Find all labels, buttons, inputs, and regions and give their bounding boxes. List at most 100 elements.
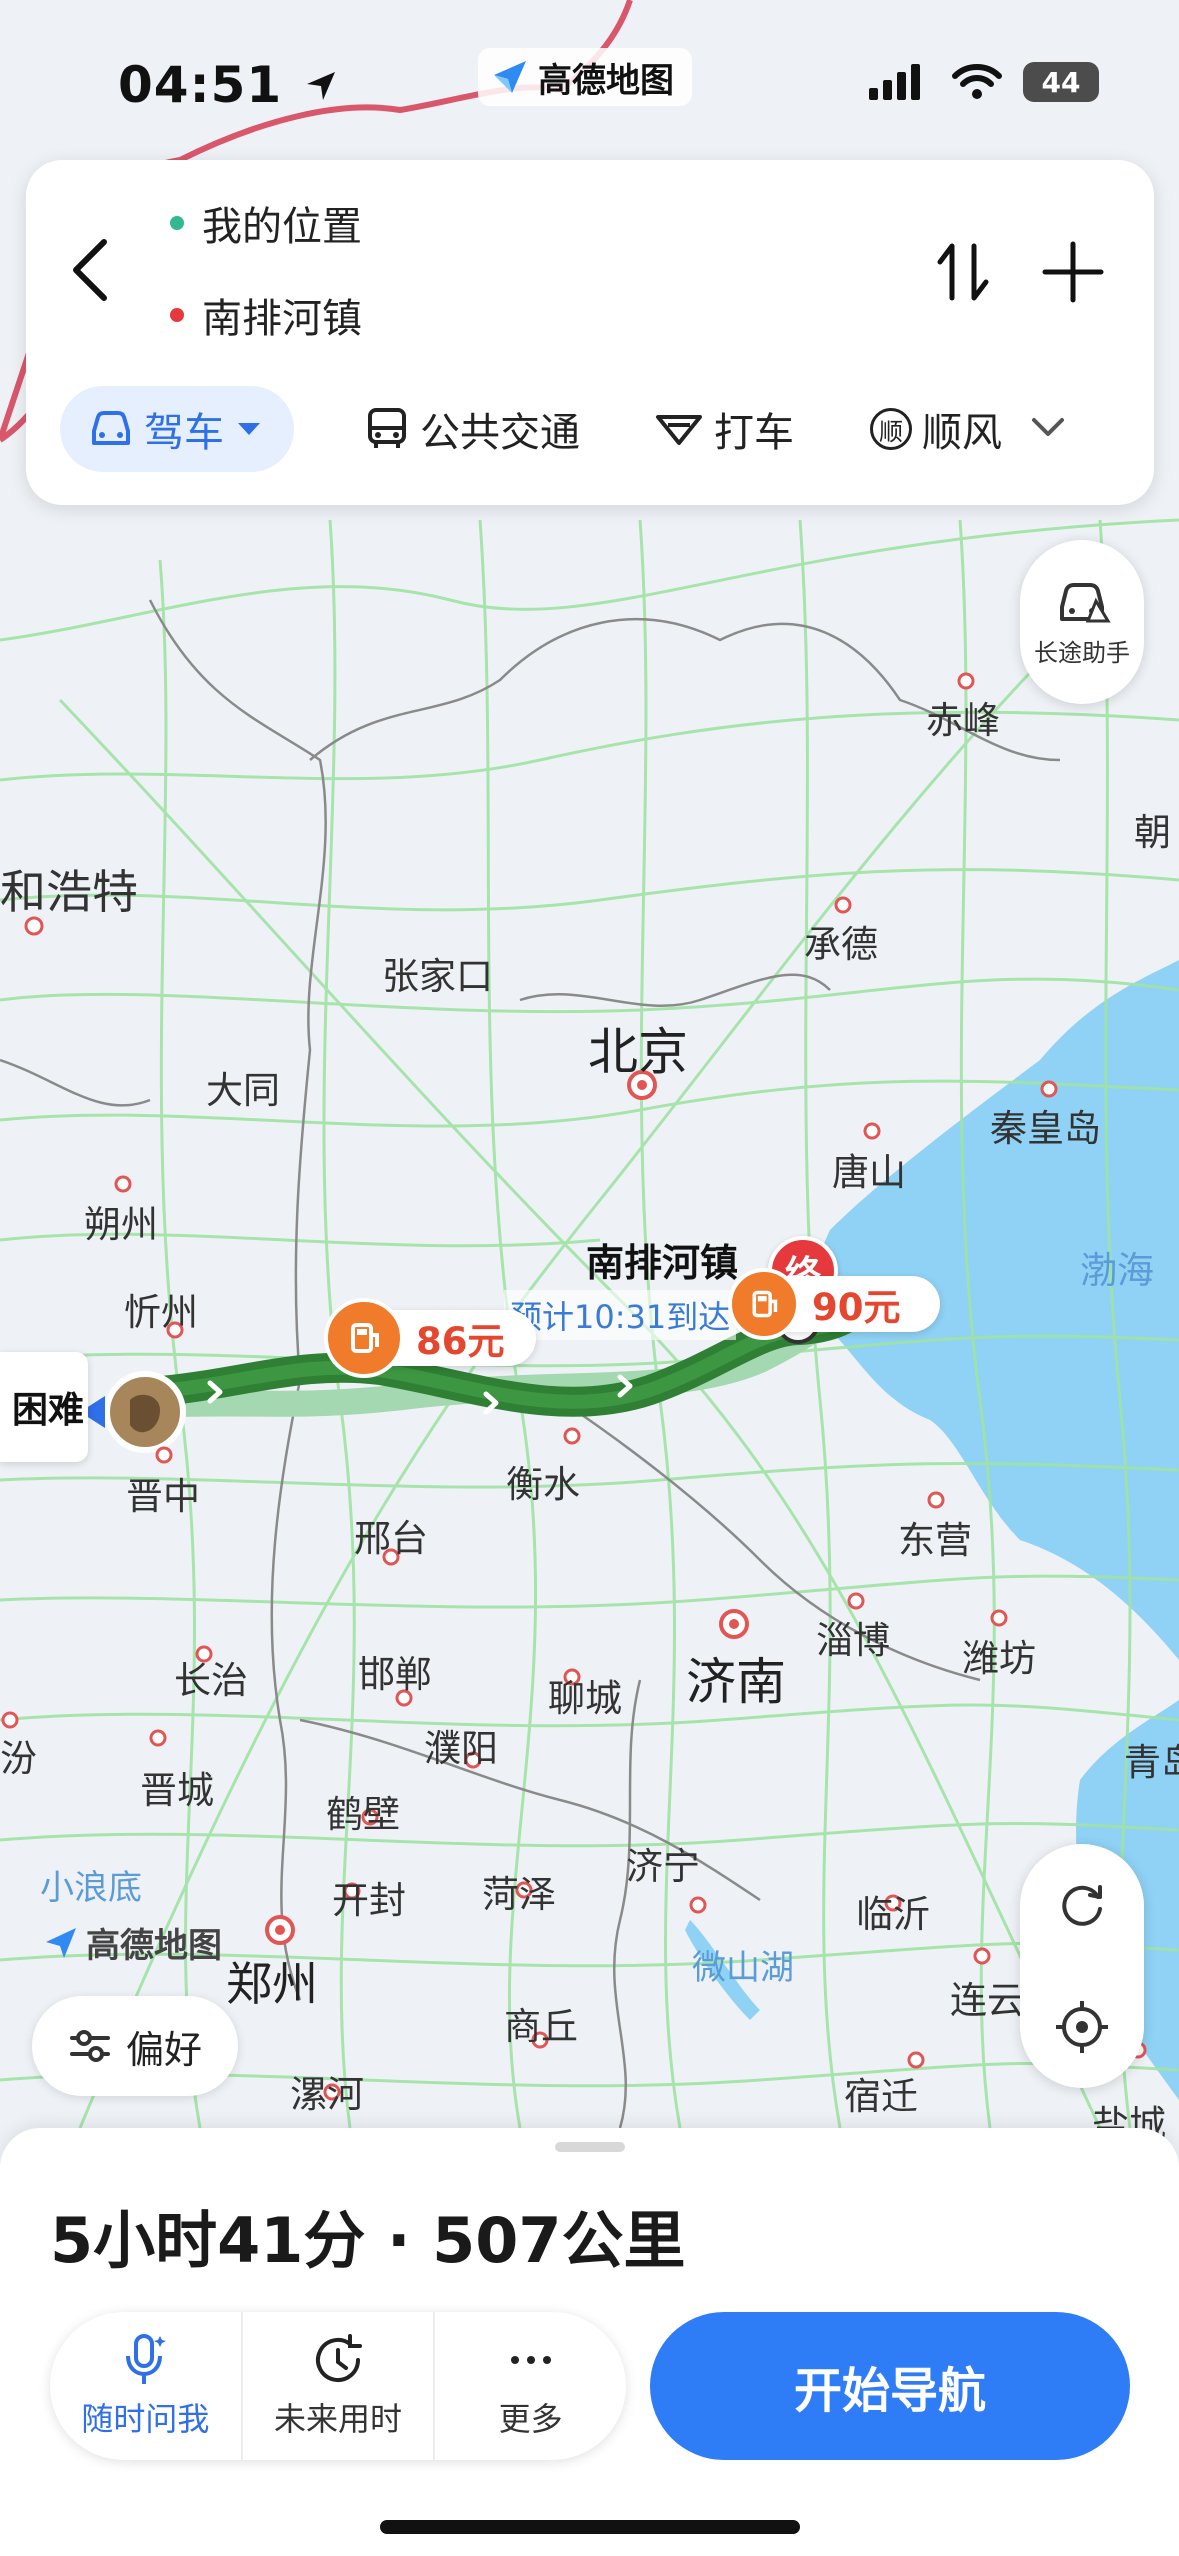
ask-anytime-button[interactable]: 随时问我 — [50, 2312, 241, 2460]
status-time-text: 04:51 — [118, 56, 283, 114]
destination-field[interactable]: 南排河镇 — [170, 286, 362, 344]
status-indicators: 44 — [867, 62, 1099, 102]
plus-icon — [1042, 241, 1104, 303]
destination-text: 南排河镇 — [202, 296, 362, 342]
city-label-chifeng: 赤峰 — [926, 699, 1000, 742]
carpool-icon: 顺 — [870, 408, 912, 450]
map-watermark: 高德地图 — [42, 1918, 222, 1967]
status-time: 04:51 — [118, 56, 341, 114]
battery-indicator: 44 — [1023, 62, 1099, 102]
car-assistant-icon — [1060, 582, 1111, 622]
city-label-tangshan: 唐山 — [832, 1151, 906, 1194]
battery-level: 44 — [1041, 65, 1081, 99]
city-label-changzhi: 长治 — [174, 1659, 248, 1702]
future-time-label: 未来用时 — [274, 2400, 403, 2438]
more-modes-button[interactable] — [1028, 412, 1068, 446]
amap-logo-icon — [46, 1927, 76, 1958]
chevron-left-icon — [73, 239, 107, 301]
car-icon — [92, 411, 130, 445]
long-trip-assistant-button[interactable]: 长途助手 — [1020, 540, 1144, 704]
bus-icon — [368, 408, 406, 448]
toll-price-2: 90元 — [812, 1286, 901, 1329]
refresh-button[interactable] — [1020, 1844, 1144, 1966]
city-label-handan: 邯郸 — [358, 1653, 432, 1696]
tab-drive-label: 驾车 — [144, 410, 224, 456]
travel-mode-tabs: 驾车 公共交通 打车 顺 顺风 — [60, 386, 1068, 472]
city-label-hengshui: 衡水 — [506, 1463, 580, 1506]
tab-carpool[interactable]: 顺 顺风 — [870, 386, 1002, 472]
city-label-heze: 菏泽 — [482, 1873, 556, 1916]
city-label-jinzhong: 晋中 — [126, 1475, 200, 1518]
city-label-datong: 大同 — [206, 1069, 280, 1112]
city-label-chengde: 承德 — [804, 923, 878, 966]
sliders-icon — [69, 2030, 110, 2062]
tab-public-transit[interactable]: 公共交通 — [364, 386, 580, 472]
microphone-icon — [126, 2334, 167, 2384]
more-button[interactable]: 更多 — [433, 2312, 626, 2460]
back-to-app-indicator[interactable]: 高德地图 — [478, 48, 692, 106]
toll-price-1: 86元 — [416, 1320, 505, 1363]
city-label-fen: 汾 — [0, 1737, 37, 1780]
destination-label: 南排河镇 — [586, 1241, 739, 1285]
origin-callout[interactable]: 困难 — [0, 1352, 88, 1462]
city-label-jinan: 济南 — [686, 1653, 786, 1711]
city-label-qinhuangdao: 秦皇岛 — [990, 1107, 1101, 1150]
locate-button[interactable] — [1020, 1966, 1144, 2088]
city-label-hebi: 鹤壁 — [326, 1793, 400, 1836]
back-button[interactable] — [58, 230, 128, 310]
start-navigation-button[interactable]: 开始导航 — [650, 2312, 1130, 2460]
city-label-kaifeng: 开封 — [332, 1879, 406, 1922]
tab-carpool-label: 顺风 — [922, 410, 1002, 456]
city-label-liaocheng: 聊城 — [548, 1677, 622, 1720]
origin-field[interactable]: 我的位置 — [170, 194, 362, 252]
refresh-icon — [1062, 1885, 1102, 1926]
more-label: 更多 — [498, 2400, 563, 2438]
city-label-zhangjiakou: 张家口 — [382, 955, 493, 998]
panel-drag-handle[interactable] — [555, 2142, 625, 2152]
city-label-chao: 朝 — [1134, 811, 1171, 854]
locate-icon — [1056, 2001, 1108, 2053]
city-label-suqian: 宿迁 — [844, 2075, 918, 2118]
add-waypoint-button[interactable] — [1038, 232, 1108, 312]
city-label-jining: 济宁 — [626, 1845, 700, 1888]
clock-icon — [316, 2334, 362, 2382]
status-app-name: 高德地图 — [538, 60, 674, 101]
preference-label: 偏好 — [125, 2027, 202, 2072]
city-label-beijing: 北京 — [588, 1023, 688, 1081]
home-indicator[interactable] — [380, 2520, 800, 2534]
sea-label-bohai: 渤海 — [1080, 1249, 1154, 1292]
tab-taxi-label: 打车 — [714, 410, 794, 456]
city-label-zhengzhou: 郑州 — [226, 1957, 318, 2011]
chevron-down-icon — [1032, 418, 1064, 436]
long-trip-assistant-label: 长途助手 — [1034, 638, 1130, 667]
amap-logo-icon — [494, 61, 526, 93]
city-label-luohe: 漯河 — [290, 2073, 364, 2116]
toll-pill-1[interactable]: 86元 — [324, 1298, 536, 1378]
future-time-button[interactable]: 未来用时 — [240, 2312, 434, 2460]
tab-taxi[interactable]: 打车 — [654, 386, 794, 472]
city-label-hohhot: 和浩特 — [0, 865, 138, 919]
ask-anytime-label: 随时问我 — [81, 2400, 210, 2438]
toll-station-icon — [728, 1268, 800, 1340]
more-dots-icon — [510, 2356, 551, 2364]
toll-pill-2[interactable]: 90元 — [728, 1268, 940, 1340]
city-label-xingtai: 邢台 — [354, 1517, 428, 1560]
origin-text: 我的位置 — [202, 204, 362, 250]
tab-drive[interactable]: 驾车 — [60, 386, 294, 472]
taxi-icon — [656, 415, 702, 445]
preference-button[interactable]: 偏好 — [32, 1996, 238, 2096]
wifi-icon — [952, 64, 1002, 99]
origin-dot — [170, 216, 184, 230]
city-label-zibo: 淄博 — [816, 1619, 890, 1662]
city-label-shangqiu: 商丘 — [504, 2005, 578, 2048]
city-label-puyang: 濮阳 — [424, 1727, 498, 1770]
city-label-shuozhou: 朔州 — [84, 1203, 158, 1246]
city-label-lianyun: 连云 — [950, 1979, 1024, 2022]
location-arrow-icon — [306, 72, 335, 100]
city-label-xiaolangdi: 小浪底 — [40, 1868, 142, 1908]
swap-arrows-icon — [937, 243, 989, 301]
route-summary: 5小时41分 · 507公里 — [50, 2204, 686, 2277]
city-label-weifang: 潍坊 — [962, 1637, 1036, 1680]
tab-public-transit-label: 公共交通 — [420, 410, 580, 456]
swap-route-button[interactable] — [928, 232, 998, 312]
